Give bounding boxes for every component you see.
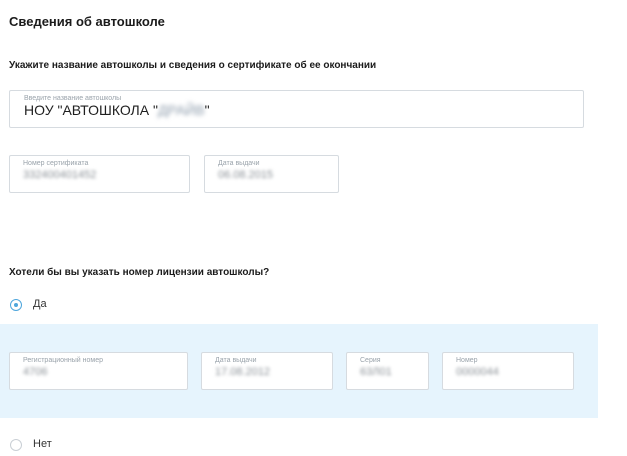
- license-number-field[interactable]: Номер 0000044: [442, 352, 574, 390]
- license-yes-radio[interactable]: [10, 299, 22, 311]
- certificate-number-value: 332400401452: [23, 169, 97, 181]
- school-name-field[interactable]: Введите название автошколы НОУ "АВТОШКОЛ…: [9, 90, 584, 128]
- license-number-label: Номер: [456, 357, 478, 364]
- certificate-number-field[interactable]: Номер сертификата 332400401452: [9, 155, 190, 193]
- license-yes-label[interactable]: Да: [33, 298, 47, 310]
- school-name-value: НОУ "АВТОШКОЛА "ДРАЙВ": [24, 102, 210, 118]
- school-name-suffix: ": [204, 102, 210, 118]
- certificate-date-value: 06.08.2015: [218, 169, 274, 181]
- license-number-value: 0000044: [456, 366, 499, 378]
- school-name-hidden: ДРАЙВ: [157, 102, 205, 118]
- license-series-field[interactable]: Серия 63Л01: [346, 352, 429, 390]
- license-details-panel: Регистрационный номер 4706 Дата выдачи 1…: [0, 324, 598, 418]
- license-no-radio[interactable]: [10, 439, 22, 451]
- section-title: Сведения об автошколе: [9, 14, 165, 29]
- certificate-date-label: Дата выдачи: [218, 160, 260, 167]
- license-issue-date-label: Дата выдачи: [215, 357, 257, 364]
- license-issue-date-field[interactable]: Дата выдачи 17.08.2012: [201, 352, 333, 390]
- license-series-value: 63Л01: [360, 366, 392, 378]
- school-name-label: Введите название автошколы: [24, 95, 122, 102]
- school-name-prefix: НОУ "АВТОШКОЛА ": [24, 102, 158, 118]
- license-question: Хотели бы вы указать номер лицензии авто…: [9, 267, 270, 278]
- license-no-label[interactable]: Нет: [33, 438, 52, 450]
- license-reg-number-value: 4706: [23, 366, 48, 378]
- license-issue-date-value: 17.08.2012: [215, 366, 271, 378]
- certificate-date-field[interactable]: Дата выдачи 06.08.2015: [204, 155, 339, 193]
- license-reg-number-field[interactable]: Регистрационный номер 4706: [9, 352, 188, 390]
- license-series-label: Серия: [360, 357, 381, 364]
- section-subtitle: Укажите название автошколы и сведения о …: [9, 60, 377, 71]
- certificate-number-label: Номер сертификата: [23, 160, 89, 167]
- license-reg-number-label: Регистрационный номер: [23, 357, 103, 364]
